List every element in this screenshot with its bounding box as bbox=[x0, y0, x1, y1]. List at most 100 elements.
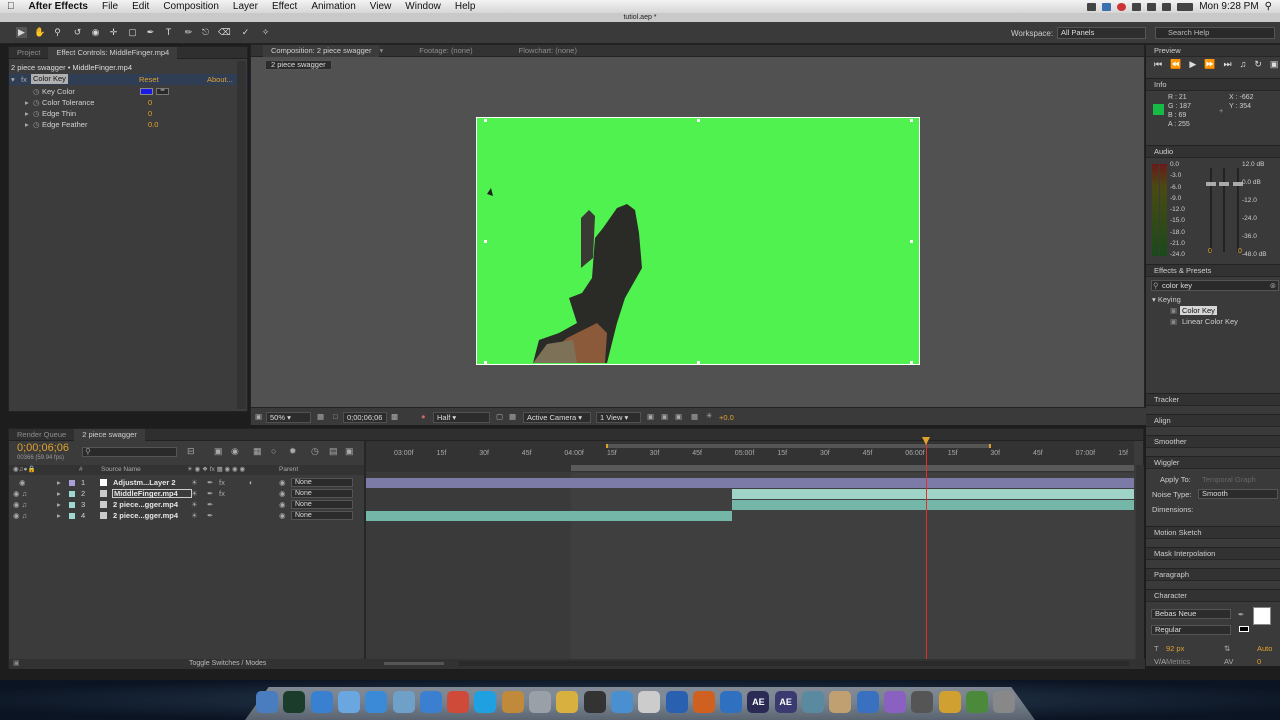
audio-zero-left[interactable]: 0 bbox=[1208, 248, 1212, 255]
font-style-select[interactable]: Regular bbox=[1151, 625, 1231, 635]
expand-arrow-icon[interactable]: ▸ bbox=[57, 499, 61, 510]
shy-icon[interactable]: ☀ bbox=[191, 488, 198, 499]
expand-arrow-icon[interactable]: ▸ bbox=[25, 119, 29, 130]
clone-tool-icon[interactable]: ⎋ bbox=[200, 27, 211, 38]
battery-icon[interactable] bbox=[1177, 2, 1194, 11]
leading-value[interactable]: Auto bbox=[1257, 644, 1272, 653]
hide-shy-icon[interactable]: ◉ bbox=[231, 446, 239, 457]
smoother-header[interactable]: Smoother bbox=[1146, 435, 1280, 448]
audio-panel-header[interactable]: Audio bbox=[1146, 145, 1280, 158]
audio-slider-thumb[interactable] bbox=[1206, 182, 1216, 186]
font-size-value[interactable]: 92 px bbox=[1166, 644, 1184, 653]
expand-arrow-icon[interactable]: ▾ bbox=[11, 74, 15, 85]
tracking-value[interactable]: 0 bbox=[1257, 657, 1261, 666]
dock-icon-chrome[interactable] bbox=[447, 691, 470, 713]
tab-composition[interactable]: Composition: 2 piece swagger bbox=[263, 44, 380, 57]
prev-frame-icon[interactable]: ⏪ bbox=[1170, 59, 1181, 73]
col-source-name[interactable]: Source Name bbox=[101, 465, 141, 475]
dock-icon-notes[interactable] bbox=[556, 691, 579, 713]
motion-graph-icon[interactable]: ▣ bbox=[345, 446, 354, 457]
layer-name[interactable]: 2 piece...gger.mp4 bbox=[112, 511, 192, 520]
effects-presets-header[interactable]: Effects & Presets bbox=[1146, 264, 1280, 277]
fx-switch-icon[interactable]: fx bbox=[219, 477, 225, 488]
eyedropper-icon[interactable]: ✒ bbox=[1238, 610, 1244, 619]
mask-interpolation-header[interactable]: Mask Interpolation bbox=[1146, 547, 1280, 560]
layer-row[interactable]: ◉ ▸ 1 Adjustm...Layer 2 ☀ ✒ fx ◐ ◉ None bbox=[9, 477, 364, 488]
dock-icon-calc[interactable] bbox=[638, 691, 661, 713]
wiggler-header[interactable]: Wiggler bbox=[1146, 456, 1280, 469]
font-family-select[interactable]: Bebas Neue bbox=[1151, 609, 1231, 619]
motion-blur-icon[interactable]: ○ bbox=[271, 446, 276, 456]
pan-behind-tool-icon[interactable]: ✛ bbox=[108, 27, 119, 38]
eraser-tool-icon[interactable]: ⌫ bbox=[218, 27, 231, 38]
align-header[interactable]: Align bbox=[1146, 414, 1280, 427]
effects-search-input[interactable]: ⚲ color key ⊗ bbox=[1151, 280, 1279, 291]
time-ruler[interactable]: 03:00f 15f 30f 45f 04:00f 15f 30f 45f 05:00f 15f 3… bbox=[366, 441, 1134, 472]
dock-icon-preview[interactable] bbox=[392, 691, 415, 713]
dock-icon-skype[interactable] bbox=[474, 691, 497, 713]
dock-icon-terminal[interactable] bbox=[283, 691, 306, 713]
wifi-icon[interactable] bbox=[1147, 2, 1157, 11]
track-2-piece-3[interactable] bbox=[732, 500, 1134, 510]
layer-row[interactable]: ◉ ♫ ▸ 2 MiddleFinger.mp4 ☀ ✒ fx ◉ None bbox=[9, 488, 364, 499]
pen-tool-icon[interactable]: ✒ bbox=[145, 27, 156, 38]
expand-arrow-icon[interactable]: ▸ bbox=[57, 488, 61, 499]
menu-layer[interactable]: Layer bbox=[226, 1, 265, 12]
puppet-tool-icon[interactable]: ✧ bbox=[260, 27, 271, 38]
label-color-icon[interactable] bbox=[69, 491, 75, 497]
first-frame-icon[interactable]: ⏮ bbox=[1154, 59, 1162, 73]
stopwatch-icon[interactable]: ◷ bbox=[33, 119, 40, 130]
audio-zero-right[interactable]: 0 bbox=[1238, 248, 1242, 255]
auto-keyframe-icon[interactable]: ◷ bbox=[311, 446, 319, 457]
label-color-icon[interactable] bbox=[69, 480, 75, 486]
menu-edit[interactable]: Edit bbox=[125, 1, 156, 12]
workspace-select[interactable]: All Panels bbox=[1057, 27, 1146, 39]
param-value[interactable]: 0.0 bbox=[148, 119, 158, 130]
dock-icon-itunes[interactable] bbox=[310, 691, 333, 713]
brainstorm-icon[interactable]: ✹ bbox=[289, 446, 297, 457]
result-linear-color-key[interactable]: Linear Color Key bbox=[1182, 317, 1238, 326]
eyedropper-icon[interactable]: ━ bbox=[156, 88, 169, 95]
video-toggle-icon[interactable]: ◉ ♫ bbox=[13, 488, 27, 499]
menu-animation[interactable]: Animation bbox=[304, 1, 362, 12]
transparency-grid-icon[interactable]: ▦ bbox=[509, 412, 516, 421]
apple-icon[interactable]:  bbox=[0, 1, 22, 12]
fx-icon[interactable]: fx bbox=[21, 74, 27, 85]
expand-arrow-icon[interactable]: ▸ bbox=[25, 97, 29, 108]
timeline-search-input[interactable]: ⚲ bbox=[82, 447, 177, 457]
views-select[interactable]: 1 View ▾ bbox=[596, 412, 641, 423]
dock-icon-music[interactable] bbox=[419, 691, 442, 713]
paragraph-header[interactable]: Paragraph bbox=[1146, 568, 1280, 581]
quality-icon[interactable]: ✒ bbox=[207, 499, 213, 510]
track-adjustment-layer[interactable] bbox=[366, 478, 1134, 488]
dock-icon-finder[interactable] bbox=[256, 691, 278, 713]
layer-name[interactable]: 2 piece...gger.mp4 bbox=[112, 500, 192, 509]
dock-icon-tree[interactable] bbox=[965, 691, 988, 713]
snapshot-icon[interactable]: ▩ bbox=[391, 412, 398, 421]
fill-color-swatch[interactable] bbox=[1253, 607, 1271, 625]
brush-tool-icon[interactable]: ✏ bbox=[183, 27, 194, 38]
tab-render-queue[interactable]: Render Queue bbox=[9, 429, 74, 441]
adjustment-switch-icon[interactable]: ◐ bbox=[249, 477, 254, 488]
col-parent[interactable]: Parent bbox=[279, 465, 298, 475]
stroke-color-swatch[interactable] bbox=[1239, 626, 1249, 632]
type-tool-icon[interactable]: T bbox=[163, 27, 174, 38]
folder-keying[interactable]: ▾ Keying bbox=[1152, 295, 1181, 304]
label-color-icon[interactable] bbox=[69, 513, 75, 519]
menubar-clock[interactable]: Mon 9:28 PM bbox=[1199, 1, 1258, 12]
track-middlefinger[interactable] bbox=[732, 489, 1134, 499]
zoom-select[interactable]: 50% ▾ bbox=[266, 412, 311, 423]
timeline-vscroll[interactable] bbox=[1136, 465, 1144, 665]
graph-editor-icon[interactable]: ▤ bbox=[329, 446, 338, 457]
dock-icon-film[interactable] bbox=[911, 691, 934, 713]
pickwhip-icon[interactable]: ◉ bbox=[279, 499, 286, 510]
expand-arrow-icon[interactable]: ▸ bbox=[25, 108, 29, 119]
last-frame-icon[interactable]: ⏭ bbox=[1223, 59, 1231, 73]
camera-select[interactable]: Active Camera ▾ bbox=[523, 412, 591, 423]
timeline-icon[interactable]: ▣ bbox=[675, 412, 682, 421]
pickwhip-icon[interactable]: ◉ bbox=[279, 477, 286, 488]
comp-timecode[interactable]: 0;00;06;06 bbox=[343, 412, 387, 423]
tab-footage[interactable]: Footage: (none) bbox=[411, 45, 480, 57]
comp-flow-icon[interactable]: ▣ bbox=[13, 659, 20, 669]
audio-slider-thumb[interactable] bbox=[1219, 182, 1229, 186]
